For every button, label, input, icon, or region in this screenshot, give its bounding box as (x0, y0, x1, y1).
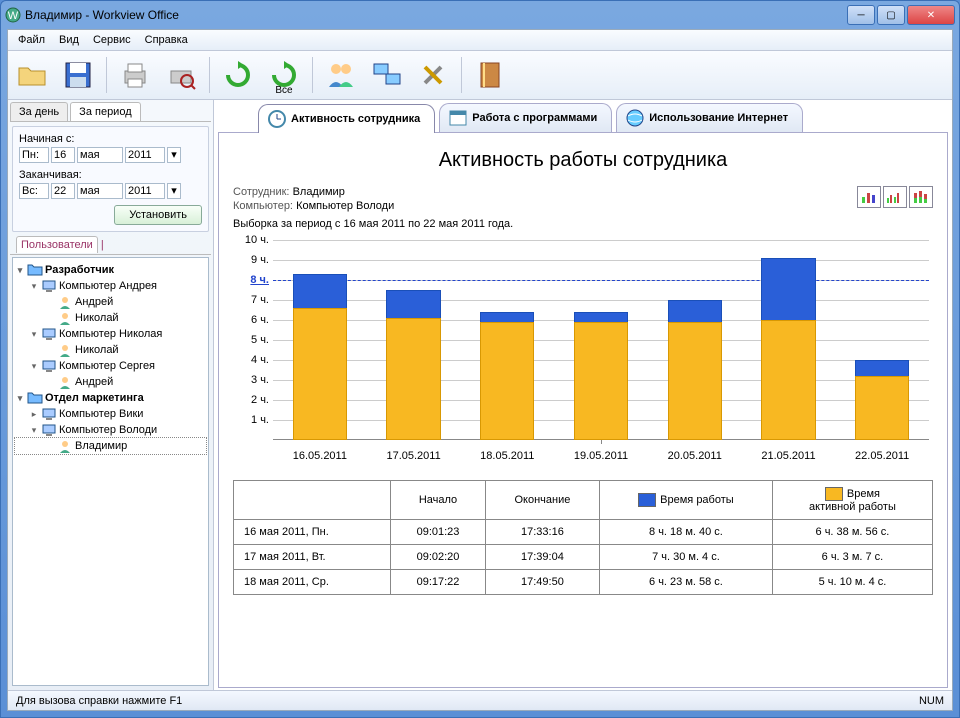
end-month[interactable] (77, 183, 123, 199)
print-preview-button[interactable] (161, 55, 201, 95)
users-tree[interactable]: ▾Разработчик▾Компьютер АндреяАндрейНикол… (12, 257, 209, 686)
table-row: 18 мая 2011, Ср.09:17:2217:49:506 ч. 23 … (234, 570, 933, 595)
data-table: Начало Окончание Время работы Времяактив… (233, 480, 933, 595)
titlebar[interactable]: W Владимир - Workview Office ─ ▢ ✕ (1, 1, 959, 29)
employee-value: Владимир (293, 186, 345, 198)
end-dropdown-icon[interactable]: ▾ (167, 183, 181, 199)
menu-service[interactable]: Сервис (87, 32, 137, 48)
minimize-button[interactable]: ─ (847, 5, 875, 25)
tree-item[interactable]: ▾Компьютер Николая (15, 326, 206, 342)
app-icon: W (5, 7, 21, 23)
maximize-button[interactable]: ▢ (877, 5, 905, 25)
table-row: 16 мая 2011, Пн.09:01:2317:33:168 ч. 18 … (234, 520, 933, 545)
chart-type-stacked-button[interactable] (909, 186, 933, 208)
tab-internet[interactable]: Использование Интернет (616, 103, 803, 132)
refresh-all-button[interactable]: Все (264, 55, 304, 95)
open-button[interactable] (12, 55, 52, 95)
menubar: Файл Вид Сервис Справка (8, 30, 952, 51)
start-dropdown-icon[interactable]: ▾ (167, 147, 181, 163)
statusbar: Для вызова справки нажмите F1 NUM (8, 690, 952, 710)
tree-item[interactable]: Андрей (15, 374, 206, 390)
employee-label: Сотрудник: (233, 186, 290, 198)
tab-period[interactable]: За период (70, 102, 140, 121)
menu-view[interactable]: Вид (53, 32, 85, 48)
start-month[interactable] (77, 147, 123, 163)
col-start: Начало (391, 481, 486, 520)
tree-item[interactable]: Владимир (15, 438, 206, 454)
sidebar: За день За период Начиная с: ▾ Заканчива… (8, 100, 214, 690)
tree-item[interactable]: ▾Компьютер Сергея (15, 358, 206, 374)
svg-text:W: W (8, 10, 19, 22)
window-title: Владимир - Workview Office (25, 8, 845, 22)
users-tab-header: Пользователи | (10, 236, 211, 255)
col-work: Время работы (599, 481, 772, 520)
chart-type-bar-button[interactable] (857, 186, 881, 208)
report-title: Активность работы сотрудника (233, 149, 933, 172)
tab-activity[interactable]: Активность сотрудника (258, 104, 435, 133)
start-dow[interactable] (19, 147, 49, 163)
col-end: Окончание (485, 481, 599, 520)
app-window: W Владимир - Workview Office ─ ▢ ✕ Файл … (0, 0, 960, 718)
tree-item[interactable]: ▾Разработчик (15, 262, 206, 278)
menu-help[interactable]: Справка (139, 32, 194, 48)
status-num: NUM (919, 695, 944, 707)
start-year[interactable] (125, 147, 165, 163)
computers-button[interactable] (367, 55, 407, 95)
settings-button[interactable] (413, 55, 453, 95)
report-panel: Активность работы сотрудника Сотрудник: … (218, 132, 948, 688)
activity-chart: 1 ч.2 ч.3 ч.4 ч.5 ч.6 ч.7 ч.8 ч.9 ч.10 ч… (233, 240, 933, 470)
tree-item[interactable]: Николай (15, 310, 206, 326)
status-hint: Для вызова справки нажмите F1 (16, 695, 182, 707)
start-date-label: Начиная с: (19, 133, 202, 145)
tab-programs[interactable]: Работа с программами (439, 103, 612, 132)
chart-type-grouped-button[interactable] (883, 186, 907, 208)
users-button[interactable] (321, 55, 361, 95)
col-active: Времяактивной работы (772, 481, 932, 520)
tree-item[interactable]: Андрей (15, 294, 206, 310)
menu-file[interactable]: Файл (12, 32, 51, 48)
tree-item[interactable]: ▸Компьютер Вики (15, 406, 206, 422)
clock-icon (267, 109, 287, 129)
end-date-label: Заканчивая: (19, 169, 202, 181)
period-text: Выборка за период с 16 мая 2011 по 22 ма… (233, 218, 933, 230)
refresh-button[interactable] (218, 55, 258, 95)
start-day[interactable] (51, 147, 75, 163)
app-window-icon (448, 108, 468, 128)
table-row: 17 мая 2011, Вт.09:02:2017:39:047 ч. 30 … (234, 545, 933, 570)
main-area: Активность сотрудника Работа с программа… (214, 100, 952, 690)
yellow-legend-icon (825, 487, 843, 501)
end-day[interactable] (51, 183, 75, 199)
apply-button[interactable]: Установить (114, 205, 202, 225)
help-button[interactable] (470, 55, 510, 95)
computer-label: Компьютер: (233, 200, 293, 212)
print-button[interactable] (115, 55, 155, 95)
save-button[interactable] (58, 55, 98, 95)
toolbar: Все (8, 51, 952, 100)
globe-icon (625, 108, 645, 128)
tree-item[interactable]: ▾Отдел маркетинга (15, 390, 206, 406)
end-dow[interactable] (19, 183, 49, 199)
tree-item[interactable]: ▾Компьютер Андрея (15, 278, 206, 294)
tab-day[interactable]: За день (10, 102, 68, 121)
tree-item[interactable]: ▾Компьютер Володи (15, 422, 206, 438)
close-button[interactable]: ✕ (907, 5, 955, 25)
computer-value: Компьютер Володи (296, 200, 394, 212)
blue-legend-icon (638, 493, 656, 507)
tree-item[interactable]: Николай (15, 342, 206, 358)
end-year[interactable] (125, 183, 165, 199)
date-panel: Начиная с: ▾ Заканчивая: ▾ (12, 126, 209, 232)
